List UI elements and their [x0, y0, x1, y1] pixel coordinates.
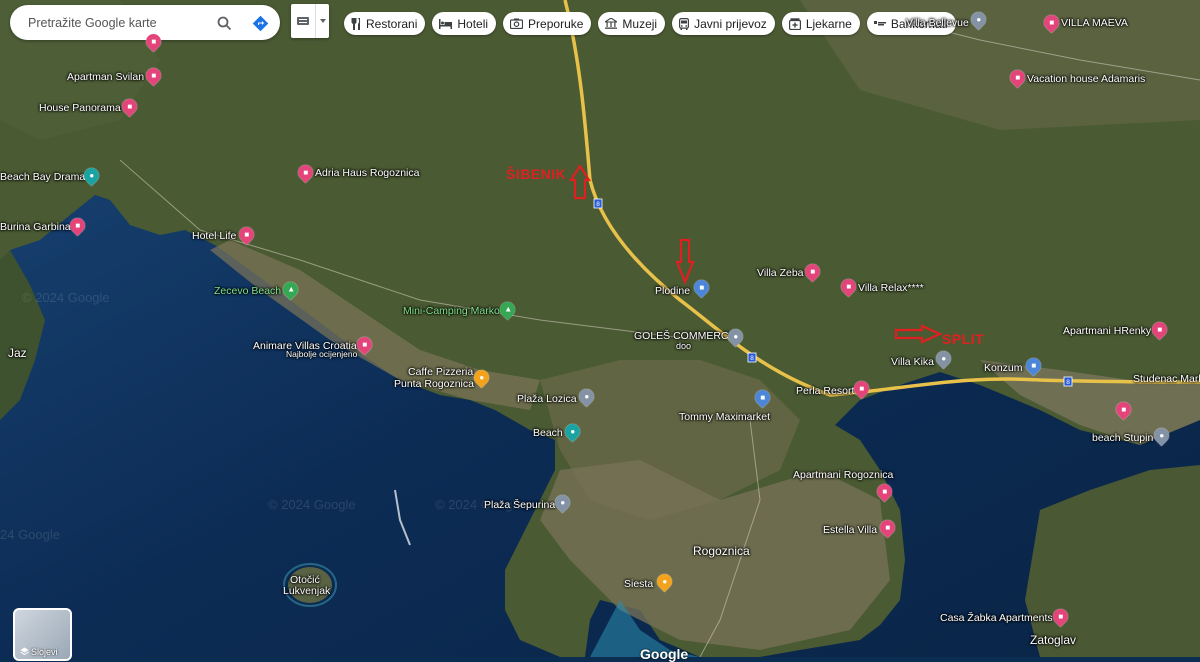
chevron-down-icon[interactable] — [316, 4, 329, 38]
google-logo: Google — [640, 646, 689, 662]
search-icon[interactable] — [215, 14, 233, 32]
chip-label: Javni prijevoz — [694, 16, 767, 31]
input-tools-button[interactable] — [291, 4, 329, 38]
place-label[interactable]: Vacation house Adamaris — [1027, 73, 1145, 85]
layers-icon — [20, 647, 29, 656]
chip-label: Restorani — [366, 16, 418, 31]
place-sublabel: Najbolje ocijenjeno — [286, 349, 358, 359]
watermark: 24 Google — [0, 527, 60, 542]
place-label[interactable]: Plaža Lozica — [517, 393, 577, 405]
place-label[interactable]: Lukvenjak — [283, 585, 330, 597]
place-label[interactable]: Adria Haus Rogoznica — [315, 167, 419, 179]
place-label[interactable]: Studenac Mark — [1133, 373, 1200, 385]
place-label[interactable]: Siesta — [624, 578, 653, 590]
place-sublabel: doo — [676, 341, 692, 351]
sibenik-annotation: ŠIBENIK — [506, 166, 567, 182]
road-shield-1-label: 8 — [596, 201, 600, 208]
search-box[interactable] — [10, 5, 280, 40]
road-shield-2: 8 — [747, 352, 757, 363]
place-label[interactable]: Perla Resort — [796, 385, 854, 397]
bus-icon — [679, 17, 690, 30]
place-label[interactable]: Estella Villa — [823, 524, 877, 536]
place-label[interactable]: Burina Garbina — [0, 221, 71, 233]
place-label[interactable]: Punta Rogoznica — [394, 378, 474, 390]
chip-restaurants[interactable]: Restorani — [344, 12, 426, 35]
place-label[interactable]: Rogoznica — [693, 544, 750, 558]
place-label[interactable]: Villa Relax**** — [858, 282, 924, 294]
place-label[interactable]: Zecevo Beach — [214, 285, 281, 297]
place-label[interactable]: Mini-Camping Marko — [403, 305, 500, 317]
place-label[interactable]: Villa Zeba — [757, 267, 804, 279]
atm-icon — [873, 21, 886, 26]
place-label[interactable]: House Panorama — [39, 102, 121, 114]
chip-museums[interactable]: Muzeji — [598, 12, 666, 35]
road-shield-3: 8 — [1063, 376, 1073, 387]
directions-icon[interactable] — [251, 14, 269, 32]
place-label[interactable]: Beach — [533, 427, 563, 439]
place-label[interactable]: VILLA MAEVA — [1061, 17, 1128, 29]
place-label[interactable]: Villa Bellevue — [906, 17, 969, 29]
road-shield-1: 8 — [593, 198, 603, 209]
watermark: © 2024 Google — [268, 497, 356, 512]
chip-recommendations[interactable]: Preporuke — [503, 12, 592, 35]
watermark: © 2024 Google — [22, 290, 110, 305]
place-label[interactable]: Villa Kika — [891, 356, 934, 368]
place-label[interactable]: Beach Bay Dramać — [0, 171, 90, 183]
place-label[interactable]: Konzum — [984, 362, 1023, 374]
museum-icon — [605, 18, 618, 29]
fork-knife-icon — [351, 17, 361, 30]
chip-public-transport[interactable]: Javni prijevoz — [672, 12, 775, 35]
split-annotation: SPLIT — [942, 331, 985, 347]
road-shield-2-label: 8 — [750, 355, 754, 362]
place-label[interactable]: Apartmani Rogoznica — [793, 469, 893, 481]
layers-label: Slojevi — [31, 647, 58, 657]
chip-label: Hoteli — [457, 16, 489, 31]
keyboard-icon[interactable] — [291, 4, 316, 38]
camera-icon — [510, 18, 524, 29]
chip-label: Preporuke — [528, 16, 584, 31]
place-label[interactable]: Plodine — [655, 285, 690, 297]
place-label[interactable]: Jaz — [8, 346, 27, 360]
place-label[interactable]: Hotel Life — [192, 230, 236, 242]
place-label[interactable]: Apartman Svilan — [67, 71, 144, 83]
place-label[interactable]: Zatoglav — [1030, 633, 1076, 647]
place-label[interactable]: Plaža Šepurina — [484, 499, 555, 511]
satellite-map[interactable]: 8 8 8 — [0, 0, 1200, 657]
road-shield-3-label: 8 — [1066, 379, 1070, 386]
bed-icon — [439, 18, 453, 29]
place-label[interactable]: Tommy Maximarket — [679, 411, 770, 423]
chip-label: Muzeji — [622, 16, 658, 31]
layers-button[interactable]: Slojevi — [13, 608, 72, 661]
chip-hotels[interactable]: Hoteli — [432, 12, 497, 35]
place-label[interactable]: Caffe Pizzeria — [408, 366, 473, 378]
place-label[interactable]: Casa Žabka Apartments — [940, 612, 1053, 624]
place-label[interactable]: beach Stupin — [1092, 432, 1153, 444]
pharmacy-icon — [788, 17, 801, 30]
chip-label: Ljekarne — [805, 16, 852, 31]
search-input[interactable] — [26, 14, 215, 31]
category-chips: Restorani Hoteli Preporuke Muzeji Javni … — [344, 12, 956, 35]
place-label[interactable]: Apartmani HRenky — [1063, 325, 1151, 337]
chip-pharmacies[interactable]: Ljekarne — [781, 12, 860, 35]
